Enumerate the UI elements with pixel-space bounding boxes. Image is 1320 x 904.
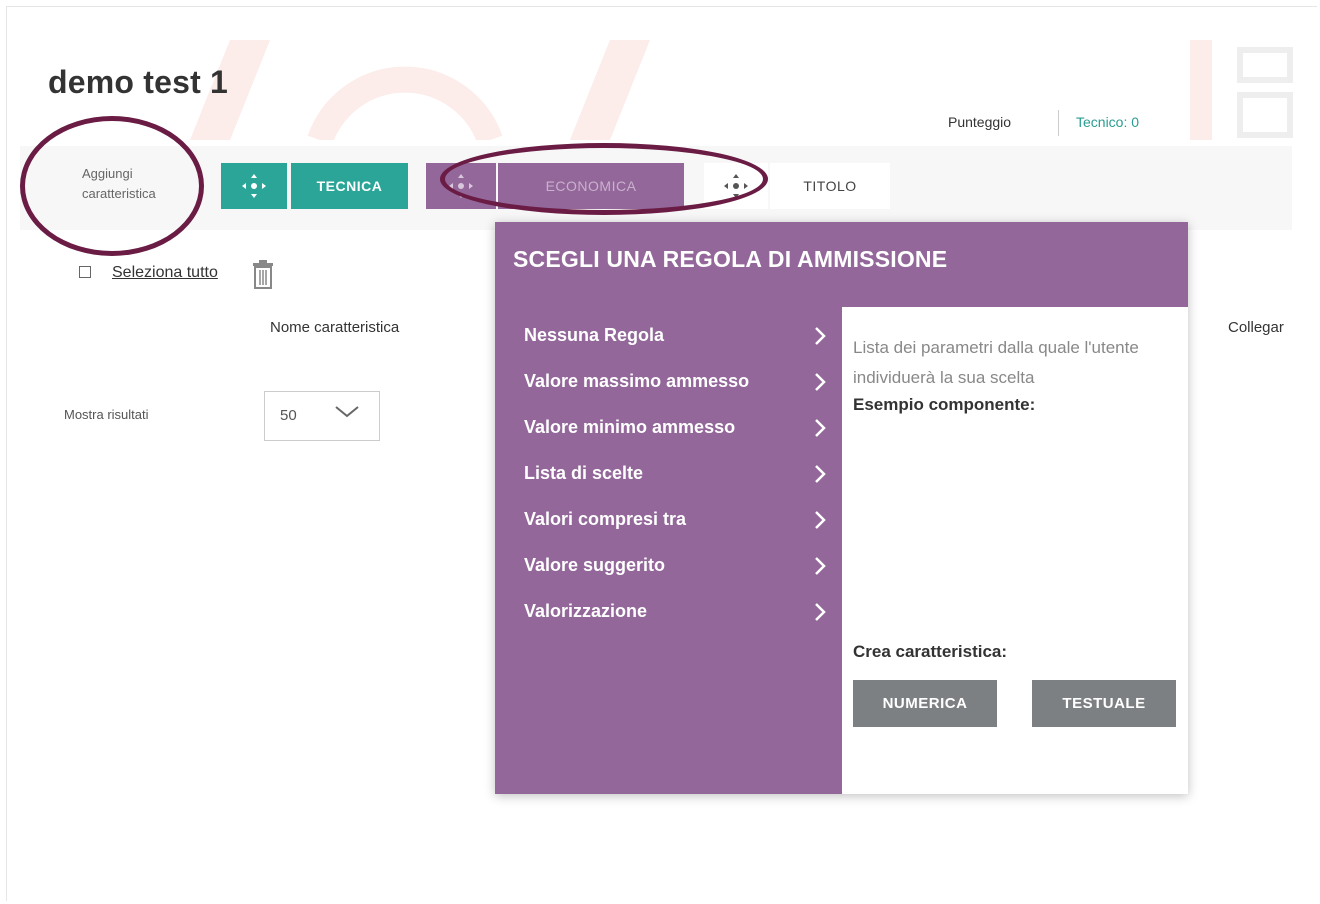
- technical-score: Tecnico: 0: [1076, 114, 1140, 130]
- menu-item-label: Valore massimo ammesso: [524, 371, 750, 391]
- chevron-right-icon: [815, 419, 826, 437]
- rule-detail-panel: Lista dei parametri dalla quale l'utente…: [842, 307, 1188, 794]
- chevron-right-icon: [815, 373, 826, 391]
- tab-tecnica[interactable]: TECNICA: [291, 163, 408, 209]
- chevron-down-icon: [335, 406, 359, 418]
- menu-item-valore-massimo[interactable]: Valore massimo ammesso: [495, 367, 842, 413]
- rule-menu: Nessuna Regola Valore massimo ammesso Va…: [495, 307, 842, 794]
- page-title: demo test 1: [48, 64, 229, 100]
- column-header-name: Nome caratteristica: [270, 319, 400, 336]
- select-all-checkbox[interactable]: [79, 266, 91, 278]
- numeric-button[interactable]: NUMERICA: [853, 680, 997, 727]
- select-all-link[interactable]: Seleziona tutto: [112, 264, 218, 282]
- menu-item-label: Valore minimo ammesso: [524, 417, 736, 437]
- column-header-link: Collegar: [1228, 319, 1284, 336]
- text-button[interactable]: TESTUALE: [1032, 680, 1176, 727]
- menu-item-label: Valori compresi tra: [524, 509, 687, 529]
- background-logo-right: [1190, 40, 1293, 140]
- background-logo: [190, 40, 650, 140]
- move-icon: [242, 174, 266, 198]
- add-feature-button[interactable]: Aggiungi caratteristica: [82, 164, 182, 204]
- tab-titolo[interactable]: TITOLO: [770, 163, 890, 209]
- economica-drag-handle[interactable]: [426, 163, 496, 209]
- tecnica-drag-handle[interactable]: [221, 163, 287, 209]
- tab-economica[interactable]: ECONOMICA: [498, 163, 684, 209]
- menu-item-valori-compresi[interactable]: Valori compresi tra: [495, 505, 842, 551]
- score-divider: [1058, 110, 1059, 136]
- score-label: Punteggio: [948, 114, 1012, 130]
- example-component-label: Esempio componente:: [853, 395, 1036, 414]
- move-icon: [724, 174, 748, 198]
- menu-item-valore-suggerito[interactable]: Valore suggerito: [495, 551, 842, 597]
- chevron-right-icon: [815, 511, 826, 529]
- dialog-title: SCEGLI UNA REGOLA DI AMMISSIONE: [513, 246, 948, 272]
- chevron-right-icon: [815, 465, 826, 483]
- menu-item-valore-minimo[interactable]: Valore minimo ammesso: [495, 413, 842, 459]
- create-feature-label: Crea caratteristica:: [853, 642, 1008, 661]
- rule-description: Lista dei parametri dalla quale l'utente…: [853, 338, 1139, 387]
- titolo-drag-handle[interactable]: [704, 163, 768, 209]
- chevron-right-icon: [815, 327, 826, 345]
- dialog-header: SCEGLI UNA REGOLA DI AMMISSIONE: [495, 222, 1188, 307]
- menu-item-label: Nessuna Regola: [524, 325, 665, 345]
- menu-item-valorizzazione[interactable]: Valorizzazione: [495, 597, 842, 643]
- move-icon: [449, 174, 473, 198]
- menu-item-label: Valorizzazione: [524, 601, 648, 621]
- show-results-value: 50: [280, 407, 297, 424]
- menu-item-lista-scelte[interactable]: Lista di scelte: [495, 459, 842, 505]
- show-results-label: Mostra risultati: [64, 407, 149, 422]
- menu-item-label: Lista di scelte: [524, 463, 644, 483]
- trash-icon[interactable]: [251, 259, 275, 289]
- chevron-right-icon: [815, 603, 826, 621]
- menu-item-label: Valore suggerito: [524, 555, 666, 575]
- chevron-right-icon: [815, 557, 826, 575]
- admission-rule-dialog: SCEGLI UNA REGOLA DI AMMISSIONE Nessuna …: [495, 222, 1188, 794]
- menu-item-nessuna-regola[interactable]: Nessuna Regola: [495, 321, 842, 367]
